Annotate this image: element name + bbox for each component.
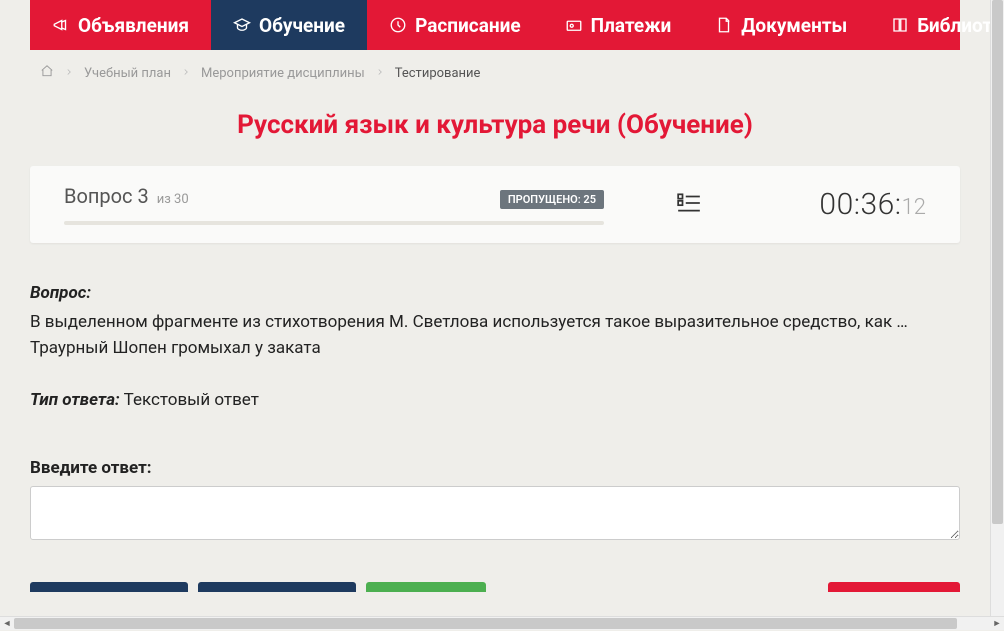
nav-documents[interactable]: Документы	[693, 0, 869, 50]
nav-schedule[interactable]: Расписание	[367, 0, 543, 50]
main-navbar: Объявления Обучение Расписание Платежи	[30, 0, 960, 50]
question-number: Вопрос 3	[64, 184, 149, 208]
finish-button[interactable]	[828, 582, 960, 592]
answer-type-row: Тип ответа: Текстовый ответ	[30, 390, 960, 410]
question-total: из 30	[157, 192, 189, 207]
horizontal-scrollbar[interactable]: ◄ ►	[0, 616, 1004, 630]
viewport: Объявления Обучение Расписание Платежи	[0, 0, 990, 616]
megaphone-icon	[52, 16, 70, 34]
nav-library[interactable]: Библиотека	[869, 0, 990, 50]
scroll-right-arrow[interactable]: ►	[990, 617, 1004, 631]
clock-icon	[389, 16, 407, 34]
breadcrumb: Учебный план Мероприятие дисциплины Тест…	[0, 50, 990, 92]
home-icon[interactable]	[40, 64, 54, 82]
next-button[interactable]	[198, 582, 356, 592]
breadcrumb-discipline-event[interactable]: Мероприятие дисциплины	[201, 66, 365, 81]
nav-label: Обучение	[259, 14, 345, 37]
content-area: Вопрос: В выделенном фрагменте из стихот…	[30, 283, 960, 544]
vertical-scrollbar[interactable]	[990, 0, 1004, 616]
document-icon	[715, 16, 733, 34]
cap-icon	[233, 16, 251, 34]
chevron-right-icon	[375, 66, 385, 81]
nav-label: Объявления	[78, 14, 189, 37]
breadcrumb-testing: Тестирование	[395, 66, 481, 81]
answer-type-label: Тип ответа:	[30, 390, 120, 410]
scrollbar-track[interactable]	[14, 617, 990, 630]
answer-type-value: Текстовый ответ	[124, 390, 259, 410]
scrollbar-thumb[interactable]	[992, 0, 1003, 524]
breadcrumb-study-plan[interactable]: Учебный план	[84, 66, 171, 81]
nav-label: Библиотека	[917, 14, 990, 37]
nav-label: Расписание	[415, 14, 521, 37]
nav-label: Документы	[741, 14, 847, 37]
nav-payments[interactable]: Платежи	[543, 0, 694, 50]
question-label: Вопрос:	[30, 283, 960, 303]
timer-seconds: 12	[902, 195, 926, 220]
timer: 00:36:12	[819, 187, 926, 222]
scrollbar-thumb[interactable]	[14, 618, 957, 629]
skipped-badge: ПРОПУЩЕНО: 25	[500, 190, 604, 209]
answer-input-label: Введите ответ:	[30, 458, 960, 478]
progress-bar	[64, 221, 604, 225]
chevron-right-icon	[64, 66, 74, 81]
question-list-icon[interactable]	[674, 190, 704, 220]
nav-label: Платежи	[591, 14, 672, 37]
scroll-left-arrow[interactable]: ◄	[0, 617, 14, 631]
nav-education[interactable]: Обучение	[211, 0, 367, 50]
page-title: Русский язык и культура речи (Обучение)	[30, 110, 960, 140]
question-header-card: Вопрос 3 из 30 ПРОПУЩЕНО: 25 00:36:12	[30, 166, 960, 243]
buttons-row	[30, 582, 960, 600]
submit-button[interactable]	[366, 582, 486, 592]
prev-button[interactable]	[30, 582, 188, 592]
chevron-right-icon	[181, 66, 191, 81]
timer-main: 00:36:	[819, 187, 901, 222]
nav-announcements[interactable]: Объявления	[30, 0, 211, 50]
book-icon	[891, 16, 909, 34]
question-text: В выделенном фрагменте из стихотворения …	[30, 309, 960, 362]
payment-icon	[565, 16, 583, 34]
answer-input[interactable]	[30, 486, 960, 540]
